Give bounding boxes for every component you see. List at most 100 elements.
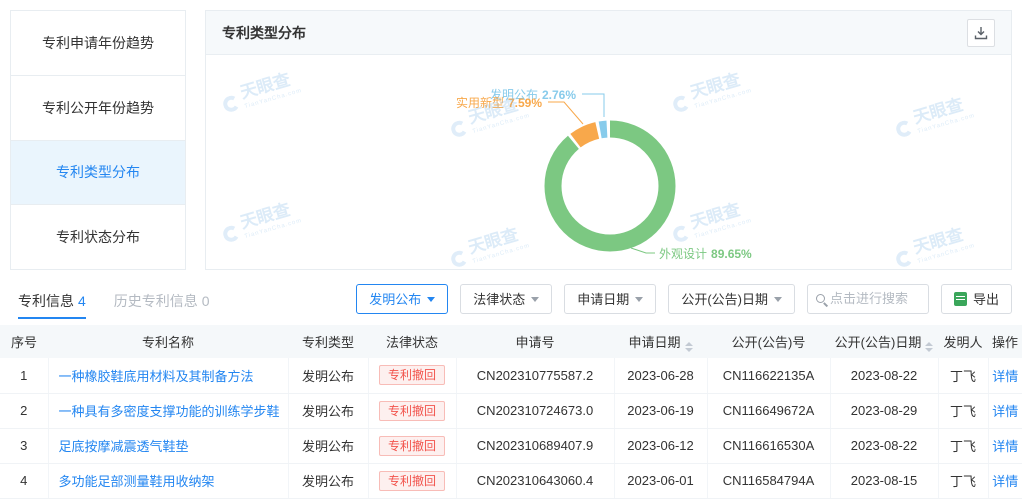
patent-name-link[interactable]: 多功能足部测量鞋用收纳架 <box>59 474 215 489</box>
leader-line-utility <box>548 102 583 124</box>
patent-table-section: 专利信息4 历史专利信息0 发明公布 法律状态 申请日期 公开(公告)日期 导出 <box>0 272 1022 499</box>
inventor: 丁飞 <box>938 463 988 498</box>
legal-status-badge: 专利撤回 <box>379 471 445 491</box>
sidebar-item-publication-year-trend[interactable]: 专利公开年份趋势 <box>11 76 185 141</box>
download-icon <box>974 26 988 40</box>
detail-link[interactable]: 详情 <box>992 439 1018 454</box>
row-seq: 1 <box>0 358 48 393</box>
panel-header: 专利类型分布 <box>206 11 1011 55</box>
row-seq: 3 <box>0 428 48 463</box>
filter-legal-status-dropdown[interactable]: 法律状态 <box>460 284 552 314</box>
publication-date: 2023-08-22 <box>830 428 938 463</box>
chevron-down-icon <box>531 297 539 302</box>
sidebar-item-patent-type-distribution[interactable]: 专利类型分布 <box>11 141 185 206</box>
patent-type: 发明公布 <box>288 358 368 393</box>
row-seq: 2 <box>0 393 48 428</box>
publication-no: CN116622135A <box>707 358 830 393</box>
col-publication-date-sortable[interactable]: 公开(公告)日期 <box>830 325 938 358</box>
chevron-down-icon <box>635 297 643 302</box>
tab-history-patent-info[interactable]: 历史专利信息0 <box>114 273 210 325</box>
detail-link[interactable]: 详情 <box>992 474 1018 489</box>
table-row: 3 足底按摩减震透气鞋垫 发明公布 专利撤回 CN202310689407.9 … <box>0 428 1022 463</box>
publication-no: CN116584794A <box>707 463 830 498</box>
sort-icon[interactable] <box>685 342 693 352</box>
patent-name-link[interactable]: 一种橡胶鞋底用材料及其制备方法 <box>59 369 254 384</box>
publication-date: 2023-08-29 <box>830 393 938 428</box>
table-row: 1 一种橡胶鞋底用材料及其制备方法 发明公布 专利撤回 CN2023107755… <box>0 358 1022 393</box>
inventor: 丁飞 <box>938 393 988 428</box>
col-inventor: 发明人 <box>938 325 988 358</box>
application-date: 2023-06-01 <box>614 463 707 498</box>
filter-publication-date-dropdown[interactable]: 公开(公告)日期 <box>668 284 795 314</box>
col-application-no: 申请号 <box>456 325 614 358</box>
patent-table: 序号 专利名称 专利类型 法律状态 申请号 申请日期 公开(公告)号 公开(公告… <box>0 325 1022 499</box>
application-no: CN202310689407.9 <box>456 428 614 463</box>
col-patent-type: 专利类型 <box>288 325 368 358</box>
col-publication-no: 公开(公告)号 <box>707 325 830 358</box>
label-utility-value: 7.59% <box>508 96 542 110</box>
tab-count: 4 <box>78 293 86 309</box>
sidebar-item-application-year-trend[interactable]: 专利申请年份趋势 <box>11 11 185 76</box>
download-chart-button[interactable] <box>967 19 995 47</box>
export-label: 导出 <box>973 289 999 308</box>
col-seq: 序号 <box>0 325 48 358</box>
patent-name-link[interactable]: 一种具有多密度支撑功能的训练学步鞋 <box>59 404 280 419</box>
sort-icon[interactable] <box>925 342 933 352</box>
row-seq: 4 <box>0 463 48 498</box>
application-no: CN202310724673.0 <box>456 393 614 428</box>
filter-patent-type-dropdown[interactable]: 发明公布 <box>356 284 448 314</box>
export-button[interactable]: 导出 <box>941 284 1012 314</box>
donut-chart-area: 发明公布2.76% 实用新型7.59% 外观设计89.65% <box>206 55 1011 269</box>
patent-name-link[interactable]: 足底按摩减震透气鞋垫 <box>59 439 189 454</box>
tab-count: 0 <box>202 293 210 309</box>
table-row: 4 多功能足部测量鞋用收纳架 发明公布 专利撤回 CN202310643060.… <box>0 463 1022 498</box>
sidebar-item-patent-status-distribution[interactable]: 专利状态分布 <box>11 205 185 269</box>
excel-icon <box>954 292 967 306</box>
tab-label: 历史专利信息 <box>114 293 198 309</box>
patent-type: 发明公布 <box>288 463 368 498</box>
panel-title: 专利类型分布 <box>222 23 306 43</box>
col-patent-name: 专利名称 <box>48 325 288 358</box>
search-box[interactable] <box>807 284 929 314</box>
table-header-row: 序号 专利名称 专利类型 法律状态 申请号 申请日期 公开(公告)号 公开(公告… <box>0 325 1022 358</box>
application-no: CN202310643060.4 <box>456 463 614 498</box>
application-no: CN202310775587.2 <box>456 358 614 393</box>
table-toolbar: 专利信息4 历史专利信息0 发明公布 法律状态 申请日期 公开(公告)日期 导出 <box>0 272 1022 325</box>
legal-status-badge: 专利撤回 <box>379 365 445 385</box>
table-tabs: 专利信息4 历史专利信息0 <box>18 272 210 325</box>
chevron-down-icon <box>774 297 782 302</box>
legal-status-badge: 专利撤回 <box>379 401 445 421</box>
publication-no: CN116649672A <box>707 393 830 428</box>
col-application-date-sortable[interactable]: 申请日期 <box>614 325 707 358</box>
tab-patent-info[interactable]: 专利信息4 <box>18 273 86 325</box>
legal-status-badge: 专利撤回 <box>379 436 445 456</box>
publication-date: 2023-08-22 <box>830 358 938 393</box>
donut-segment-design <box>553 129 667 243</box>
patent-type: 发明公布 <box>288 428 368 463</box>
chevron-down-icon <box>427 297 435 302</box>
col-action: 操作 <box>988 325 1022 358</box>
label-invention-value: 2.76% <box>542 88 576 102</box>
donut-chart <box>206 55 1011 269</box>
application-date: 2023-06-19 <box>614 393 707 428</box>
application-date: 2023-06-12 <box>614 428 707 463</box>
patent-analytics-page: 专利申请年份趋势 专利公开年份趋势 专利类型分布 专利状态分布 专利类型分布 <box>0 0 1022 502</box>
search-input[interactable] <box>830 291 920 306</box>
inventor: 丁飞 <box>938 358 988 393</box>
detail-link[interactable]: 详情 <box>992 404 1018 419</box>
label-utility-model: 实用新型 7.59% <box>456 94 542 111</box>
label-design-name: 外观设计 <box>659 247 707 261</box>
patent-type: 发明公布 <box>288 393 368 428</box>
filter-controls: 发明公布 法律状态 申请日期 公开(公告)日期 导出 <box>356 284 1012 314</box>
filter-application-date-dropdown[interactable]: 申请日期 <box>564 284 656 314</box>
publication-no: CN116616530A <box>707 428 830 463</box>
leader-line-invention <box>582 94 604 117</box>
inventor: 丁飞 <box>938 428 988 463</box>
leader-line-design <box>631 248 655 253</box>
label-design-value: 89.65% <box>711 247 752 261</box>
application-date: 2023-06-28 <box>614 358 707 393</box>
detail-link[interactable]: 详情 <box>992 369 1018 384</box>
tab-label: 专利信息 <box>18 293 74 309</box>
label-utility-name: 实用新型 <box>456 96 504 110</box>
label-design: 外观设计 89.65% <box>659 245 752 262</box>
